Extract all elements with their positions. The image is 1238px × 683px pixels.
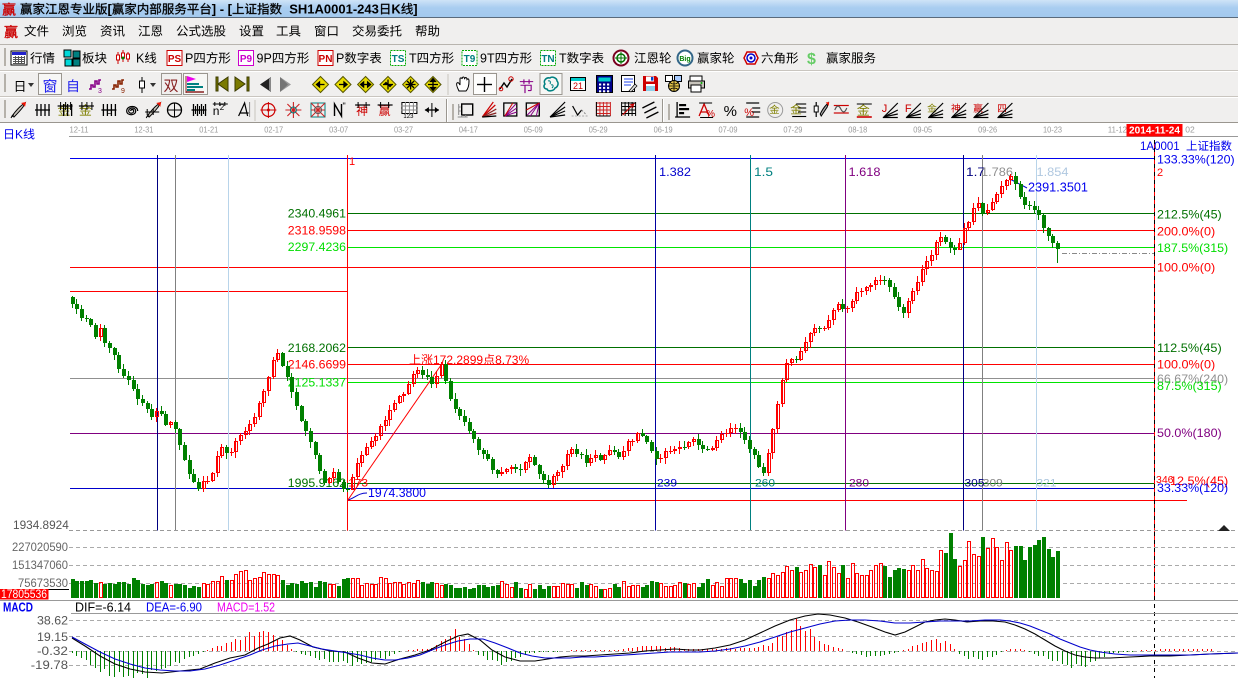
- svg-text:03-07: 03-07: [329, 125, 348, 135]
- svg-text:50.0%(180): 50.0%(180): [1157, 426, 1222, 440]
- svg-text:F: F: [106, 109, 111, 118]
- svg-text:06-19: 06-19: [654, 125, 673, 135]
- svg-text:K: K: [136, 52, 145, 66]
- svg-text:04-17: 04-17: [459, 125, 478, 135]
- svg-text:1934.8924: 1934.8924: [13, 518, 69, 532]
- svg-text:12-31: 12-31: [134, 125, 153, 135]
- svg-text:SH1A0001-243: SH1A0001-243: [282, 2, 379, 17]
- svg-text:03-27: 03-27: [394, 125, 413, 135]
- svg-text:2391.3501: 2391.3501: [1028, 181, 1088, 195]
- svg-text:100.0%(0): 100.0%(0): [1157, 357, 1215, 371]
- svg-text:": ": [343, 101, 346, 111]
- svg-text:2014-11-24: 2014-11-24: [1129, 125, 1180, 137]
- svg-text:[: [: [108, 2, 113, 17]
- svg-text:2318.9598: 2318.9598: [288, 223, 347, 237]
- svg-text:TS: TS: [392, 54, 405, 65]
- svg-text:n: n: [213, 104, 220, 118]
- svg-text:%: %: [724, 103, 737, 120]
- svg-text:38.62: 38.62: [37, 614, 68, 628]
- svg-text:$: $: [807, 51, 816, 68]
- svg-text:1.382: 1.382: [659, 167, 691, 179]
- svg-text:123: 123: [403, 114, 414, 120]
- svg-text:-0.32: -0.32: [37, 644, 68, 658]
- svg-text:P9: P9: [240, 54, 253, 65]
- svg-text:09-05: 09-05: [913, 125, 932, 135]
- svg-text:PN: PN: [319, 54, 333, 65]
- svg-text:TN: TN: [541, 54, 554, 65]
- svg-text:PS: PS: [168, 54, 182, 65]
- svg-text:P: P: [336, 52, 344, 66]
- svg-text:K: K: [391, 2, 401, 17]
- svg-text:T: T: [409, 52, 417, 66]
- svg-text:09-26: 09-26: [978, 125, 997, 135]
- svg-text:227020590: 227020590: [12, 540, 68, 554]
- svg-text:100.0%(0): 100.0%(0): [1157, 261, 1215, 275]
- svg-text:P: P: [185, 52, 193, 66]
- svg-text:309: 309: [983, 478, 1003, 490]
- svg-text:DEA=-6.90: DEA=-6.90: [146, 601, 202, 615]
- svg-text:1A0001: 1A0001: [1140, 141, 1186, 153]
- svg-text:112.5%(45): 112.5%(45): [1157, 341, 1222, 355]
- svg-text:07-09: 07-09: [719, 125, 738, 135]
- svg-text:33.33%(120): 33.33%(120): [1157, 481, 1228, 495]
- svg-text:1.786: 1.786: [981, 167, 1013, 179]
- svg-text:280: 280: [849, 478, 869, 490]
- svg-text:07-29: 07-29: [783, 125, 802, 135]
- svg-text:2297.4236: 2297.4236: [288, 240, 347, 254]
- svg-text:260: 260: [755, 478, 775, 490]
- svg-text:8.73%: 8.73%: [495, 353, 529, 367]
- svg-text:1.5: 1.5: [754, 167, 773, 179]
- svg-text:133.33%(120): 133.33%(120): [1157, 152, 1235, 166]
- svg-text:212.5%(45): 212.5%(45): [1157, 208, 1222, 222]
- svg-text:321: 321: [1037, 478, 1057, 490]
- svg-text:2146.6699: 2146.6699: [288, 357, 347, 371]
- svg-text:1.854: 1.854: [1037, 167, 1070, 179]
- svg-text:DIF=-6.14: DIF=-6.14: [75, 601, 131, 615]
- svg-text:02-17: 02-17: [264, 125, 283, 135]
- svg-text:10-23: 10-23: [1043, 125, 1062, 135]
- svg-text:] - [: ] - [: [212, 2, 233, 17]
- svg-text:305: 305: [965, 478, 985, 490]
- svg-text:08-18: 08-18: [848, 125, 867, 135]
- svg-text:75673530: 75673530: [18, 576, 68, 590]
- svg-text:2125.1337: 2125.1337: [288, 375, 347, 389]
- svg-text:K: K: [15, 128, 23, 142]
- svg-text:1974.3800: 1974.3800: [368, 486, 426, 500]
- svg-text:2: 2: [1157, 167, 1163, 179]
- svg-text:MACD=1.52: MACD=1.52: [217, 601, 275, 615]
- svg-text:239: 239: [657, 478, 677, 490]
- svg-text:1.618: 1.618: [849, 167, 881, 179]
- svg-text:9: 9: [121, 88, 125, 95]
- svg-text:2340.4961: 2340.4961: [288, 207, 347, 221]
- svg-text:-19.78: -19.78: [31, 658, 69, 672]
- svg-text:MACD: MACD: [3, 601, 33, 615]
- svg-text:]: ]: [413, 2, 417, 17]
- svg-text:T: T: [559, 52, 567, 66]
- svg-text:01-21: 01-21: [199, 125, 218, 135]
- svg-text:J: J: [882, 103, 888, 115]
- svg-text:87.5%(315): 87.5%(315): [1157, 379, 1222, 393]
- svg-text:187.5%(315): 187.5%(315): [1157, 241, 1228, 255]
- svg-text:Big: Big: [679, 56, 690, 63]
- svg-text:05-29: 05-29: [589, 125, 608, 135]
- svg-text:05-09: 05-09: [524, 125, 543, 135]
- svg-text:1: 1: [349, 156, 355, 168]
- svg-text:3: 3: [98, 88, 102, 95]
- svg-text:%: %: [706, 109, 715, 120]
- svg-text:11-12: 11-12: [1108, 125, 1127, 135]
- svg-text:200.0%(0): 200.0%(0): [1157, 225, 1215, 239]
- svg-text:17805536: 17805536: [1, 589, 47, 601]
- svg-text:9P: 9P: [257, 52, 272, 66]
- svg-text:12-11: 12-11: [70, 125, 89, 135]
- svg-text:02: 02: [1185, 125, 1195, 135]
- svg-text:151347060: 151347060: [12, 558, 68, 572]
- svg-text:21: 21: [573, 81, 583, 91]
- svg-text:9T: 9T: [480, 52, 495, 66]
- svg-text:19.15: 19.15: [37, 630, 68, 644]
- svg-text:2168.2062: 2168.2062: [288, 341, 347, 355]
- svg-text:T9: T9: [464, 54, 476, 65]
